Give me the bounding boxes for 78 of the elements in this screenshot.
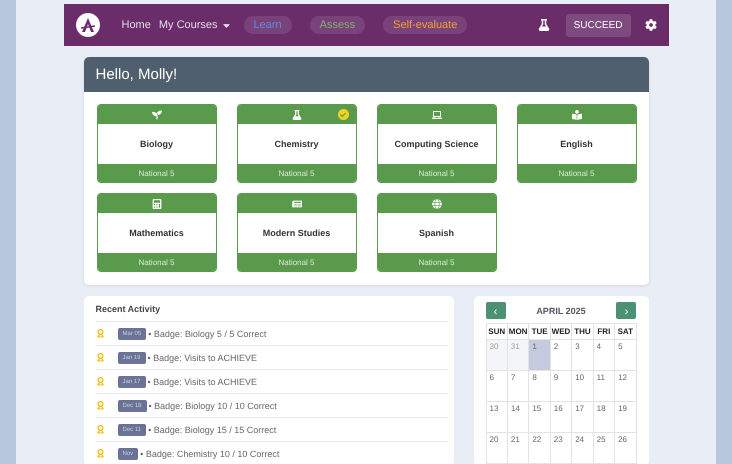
calendar-day[interactable]: 21 xyxy=(508,433,530,464)
medal-icon xyxy=(96,401,104,410)
course-level: National 5 xyxy=(378,253,496,271)
course-name: Chemistry xyxy=(273,138,320,151)
panel-title: Recent Activity xyxy=(96,300,448,322)
calculator-icon xyxy=(152,198,162,208)
nav-link[interactable]: Home xyxy=(122,19,151,31)
calendar-day[interactable]: 1 xyxy=(529,340,551,371)
calendar-day[interactable]: 25 xyxy=(594,433,616,464)
calendar-day[interactable]: 5 xyxy=(615,340,636,371)
flask-icon[interactable] xyxy=(538,19,550,31)
calendar-day[interactable]: 6 xyxy=(486,371,508,402)
greeting-header: Hello, Molly! xyxy=(84,57,648,92)
calendar-day[interactable]: 26 xyxy=(615,433,636,464)
calendar-month: APRIL 2025 xyxy=(536,306,586,316)
course-level: National 5 xyxy=(378,164,496,182)
course-level: National 5 xyxy=(518,164,636,182)
calendar-day[interactable]: 18 xyxy=(594,402,616,433)
activity-text: • Badge: Biology 5 / 5 Correct xyxy=(148,328,266,338)
course-level: National 5 xyxy=(238,164,356,182)
calendar-day[interactable]: 16 xyxy=(550,402,572,433)
calendar-day[interactable]: 23 xyxy=(550,433,572,464)
calendar-day[interactable]: 17 xyxy=(572,402,594,433)
sprout-icon xyxy=(152,110,162,120)
calendar-day[interactable]: 11 xyxy=(594,371,616,402)
course-name: Modern Studies xyxy=(262,227,332,240)
flask-icon xyxy=(292,110,302,120)
logo-icon[interactable] xyxy=(76,13,100,37)
medal-icon xyxy=(96,449,104,458)
calendar-day[interactable]: 14 xyxy=(508,402,530,433)
course-level: National 5 xyxy=(98,164,216,182)
next-month-button[interactable]: › xyxy=(616,302,636,319)
course-card[interactable]: Chemistry National 5 xyxy=(236,104,356,183)
newspaper-icon xyxy=(292,198,302,208)
calendar-day[interactable]: 12 xyxy=(615,371,636,402)
course-card[interactable]: Biology National 5 xyxy=(96,104,216,183)
prev-month-button[interactable]: ‹ xyxy=(486,302,506,319)
course-card[interactable]: Modern Studies National 5 xyxy=(236,193,356,272)
globe-icon xyxy=(432,198,442,208)
calendar-day[interactable]: 2 xyxy=(550,340,572,371)
calendar-day[interactable]: 4 xyxy=(594,340,616,371)
course-level: National 5 xyxy=(98,253,216,271)
nav-link[interactable]: My Courses xyxy=(158,19,232,31)
calendar-day[interactable]: 8 xyxy=(529,371,551,402)
calendar-day[interactable]: 7 xyxy=(508,371,530,402)
course-card[interactable]: Mathematics National 5 xyxy=(96,193,216,272)
settings-icon[interactable] xyxy=(644,19,656,31)
medal-icon xyxy=(96,329,104,338)
course-name: English xyxy=(559,138,594,151)
course-level: National 5 xyxy=(238,253,356,271)
course-name: Spanish xyxy=(418,227,455,240)
course-name: Biology xyxy=(139,138,174,151)
calendar-day[interactable]: 3 xyxy=(572,340,594,371)
calendar-day[interactable]: 22 xyxy=(529,433,551,464)
nav-pill[interactable]: Self-evaluate xyxy=(383,16,468,34)
activity-text: • Badge: Visits to ACHIEVE xyxy=(148,376,258,386)
calendar-day[interactable]: 10 xyxy=(572,371,594,402)
activity-text: • Badge: Visits to ACHIEVE xyxy=(148,352,258,362)
calendar-day[interactable]: 13 xyxy=(486,402,508,433)
activity-text: • Badge: Biology 10 / 10 Correct xyxy=(148,400,277,410)
medal-icon xyxy=(96,353,104,362)
course-card[interactable]: Computing Science National 5 xyxy=(376,104,496,183)
course-card[interactable]: English National 5 xyxy=(516,104,636,183)
course-card[interactable]: Spanish National 5 xyxy=(376,193,496,272)
course-name: Mathematics xyxy=(128,227,185,240)
user-button[interactable]: SUCCEED xyxy=(566,14,630,36)
calendar-day[interactable]: 20 xyxy=(486,433,508,464)
calendar-day[interactable]: 15 xyxy=(529,402,551,433)
calendar-day[interactable]: 9 xyxy=(550,371,572,402)
medal-icon xyxy=(96,425,104,434)
laptop-icon xyxy=(432,110,442,120)
reader-icon xyxy=(572,110,582,120)
activity-text: • Badge: Biology 15 / 15 Correct xyxy=(148,424,276,434)
activity-text: • Badge: Chemistry 10 / 10 Correct xyxy=(140,448,280,458)
course-name: Computing Science xyxy=(393,138,480,151)
calendar-day[interactable]: 24 xyxy=(572,433,594,464)
calendar-day[interactable]: 19 xyxy=(615,402,636,433)
medal-icon xyxy=(96,377,104,386)
